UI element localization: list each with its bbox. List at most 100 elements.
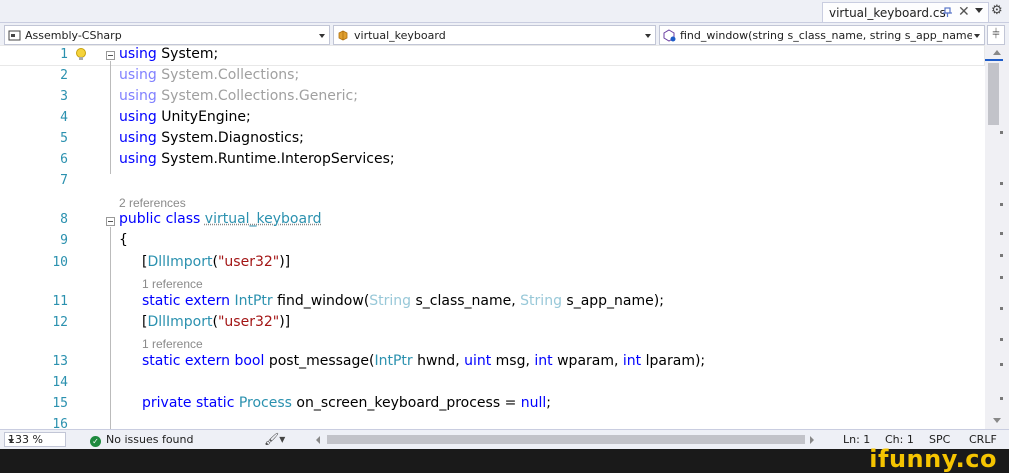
document-tab-title: virtual_keyboard.cs: [829, 6, 946, 20]
scroll-up-icon[interactable]: [993, 50, 1001, 55]
line-number: 4: [60, 110, 68, 125]
attribute-name: DllImport: [147, 314, 213, 330]
code-line-11: static extern IntPtr find_window(String …: [142, 293, 664, 309]
line-number: 11: [52, 294, 68, 309]
type-name: Process: [238, 395, 292, 411]
code-text: find_window(: [272, 293, 370, 309]
keyword: null: [520, 395, 547, 411]
scrollbar-thumb[interactable]: [988, 63, 999, 125]
line-number: 6: [60, 152, 68, 167]
split-editor-icon[interactable]: ⫩: [987, 25, 1005, 45]
line-number: 9: [60, 233, 68, 248]
codelens-references[interactable]: 1 reference: [142, 277, 203, 291]
code-line-6: using System.Runtime.InteropServices;: [119, 151, 395, 167]
code-line-5: using System.Diagnostics;: [119, 130, 304, 146]
code-text: s_class_name,: [411, 293, 521, 309]
fold-guide: [110, 61, 111, 174]
code-text: System.Collections.Generic;: [156, 88, 358, 104]
keyword: public class: [119, 211, 201, 227]
line-number: 3: [60, 89, 68, 104]
scroll-right-icon[interactable]: [810, 436, 814, 444]
class-icon: [338, 30, 348, 41]
type-name: virtual_keyboard: [354, 29, 446, 42]
code-line-4: using UnityEngine;: [119, 109, 251, 125]
scroll-down-icon[interactable]: [993, 418, 1001, 423]
editor-status-bar: 133 % ✓ No issues found 🖌▾ Ln: 1 Ch: 1 SP…: [0, 429, 1009, 449]
code-line-15: private static Process on_screen_keyboar…: [142, 395, 551, 411]
scrollbar-marker: [1000, 232, 1003, 235]
keyword: using: [119, 130, 157, 146]
keyword: static extern bool: [142, 353, 265, 369]
scrollbar-marker: [1000, 338, 1003, 341]
line-indicator[interactable]: Ln: 1: [843, 433, 870, 446]
type-name: String: [369, 293, 412, 309]
code-line-13: static extern bool post_message(IntPtr h…: [142, 353, 705, 369]
keyword: using: [119, 151, 157, 167]
code-text: hwnd,: [412, 353, 465, 369]
code-line-2: using System.Collections;: [119, 67, 299, 83]
codelens-references[interactable]: 1 reference: [142, 337, 203, 351]
issues-indicator[interactable]: ✓ No issues found: [90, 433, 193, 447]
scrollbar-marker: [1000, 397, 1003, 400]
scrollbar-marker: [1000, 182, 1003, 185]
type-dropdown[interactable]: virtual_keyboard: [333, 25, 656, 45]
member-dropdown[interactable]: find_window(string s_class_name, string …: [659, 25, 985, 45]
keyword: int: [534, 353, 553, 369]
project-dropdown[interactable]: Assembly-CSharp: [4, 25, 330, 45]
string-literal: "user32": [217, 314, 280, 330]
scrollbar-marker: [1000, 363, 1003, 366]
close-tab-icon[interactable]: ✕: [958, 4, 970, 20]
collapse-class-icon[interactable]: [106, 217, 115, 226]
code-text: post_message(: [264, 353, 375, 369]
scrollbar-marker: [1000, 276, 1003, 279]
chevron-down-icon: [319, 34, 325, 38]
line-number: 2: [60, 68, 68, 83]
watermark-band: ifunny.co: [0, 445, 1009, 473]
codelens-references[interactable]: 2 references: [119, 196, 186, 210]
string-literal: "user32": [217, 254, 280, 270]
watermark-logo: ifunny.co: [869, 445, 997, 473]
code-text: System.Runtime.InteropServices;: [156, 151, 395, 167]
code-line-10: [DllImport("user32")]: [142, 254, 290, 270]
scrollbar-marker: [1000, 131, 1003, 134]
line-number: 7: [60, 173, 68, 188]
vertical-scrollbar[interactable]: [985, 45, 1009, 429]
method-icon: [663, 29, 676, 42]
code-text: {: [119, 232, 128, 248]
line-number: 16: [52, 417, 68, 429]
horizontal-scrollbar-thumb[interactable]: [327, 435, 805, 444]
type-name: IntPtr: [374, 353, 413, 369]
code-text: s_app_name);: [561, 293, 664, 309]
check-circle-icon: ✓: [90, 436, 101, 447]
code-text: msg,: [491, 353, 535, 369]
zoom-dropdown[interactable]: 133 %: [4, 432, 66, 447]
scrollbar-marker: [1000, 254, 1003, 257]
document-tab[interactable]: virtual_keyboard.cs ✕: [822, 2, 989, 22]
tab-dropdown-icon[interactable]: [975, 8, 983, 13]
pin-icon[interactable]: [942, 7, 953, 18]
keyword: using: [119, 109, 157, 125]
code-editor[interactable]: 1 2 3 4 5 6 7 8 9 10 11 12 13 14 15 16 u…: [0, 45, 985, 429]
keyword: private static: [142, 395, 235, 411]
scroll-left-icon[interactable]: [316, 436, 320, 444]
code-line-12: [DllImport("user32")]: [142, 314, 290, 330]
keyword: uint: [464, 353, 492, 369]
code-cleanup-icon[interactable]: 🖌▾: [264, 432, 285, 446]
code-text: lparam);: [641, 353, 706, 369]
project-icon: [8, 30, 21, 41]
document-tab-strip: virtual_keyboard.cs ✕ ⚙: [0, 0, 1009, 22]
collapse-usings-icon[interactable]: [106, 51, 115, 60]
line-number: 13: [52, 354, 68, 369]
horizontal-scrollbar[interactable]: [316, 434, 824, 445]
keyword: static extern: [142, 293, 231, 309]
settings-icon[interactable]: ⚙: [991, 3, 1003, 18]
scrollbar-marker: [1000, 307, 1003, 310]
code-line-9: {: [119, 232, 128, 248]
line-number: 5: [60, 131, 68, 146]
line-number: 1: [60, 47, 68, 62]
lightbulb-icon[interactable]: [75, 47, 87, 63]
code-text: )]: [279, 314, 291, 330]
fold-guide: [110, 227, 111, 429]
type-name: String: [520, 293, 562, 309]
line-number: 14: [52, 375, 68, 390]
